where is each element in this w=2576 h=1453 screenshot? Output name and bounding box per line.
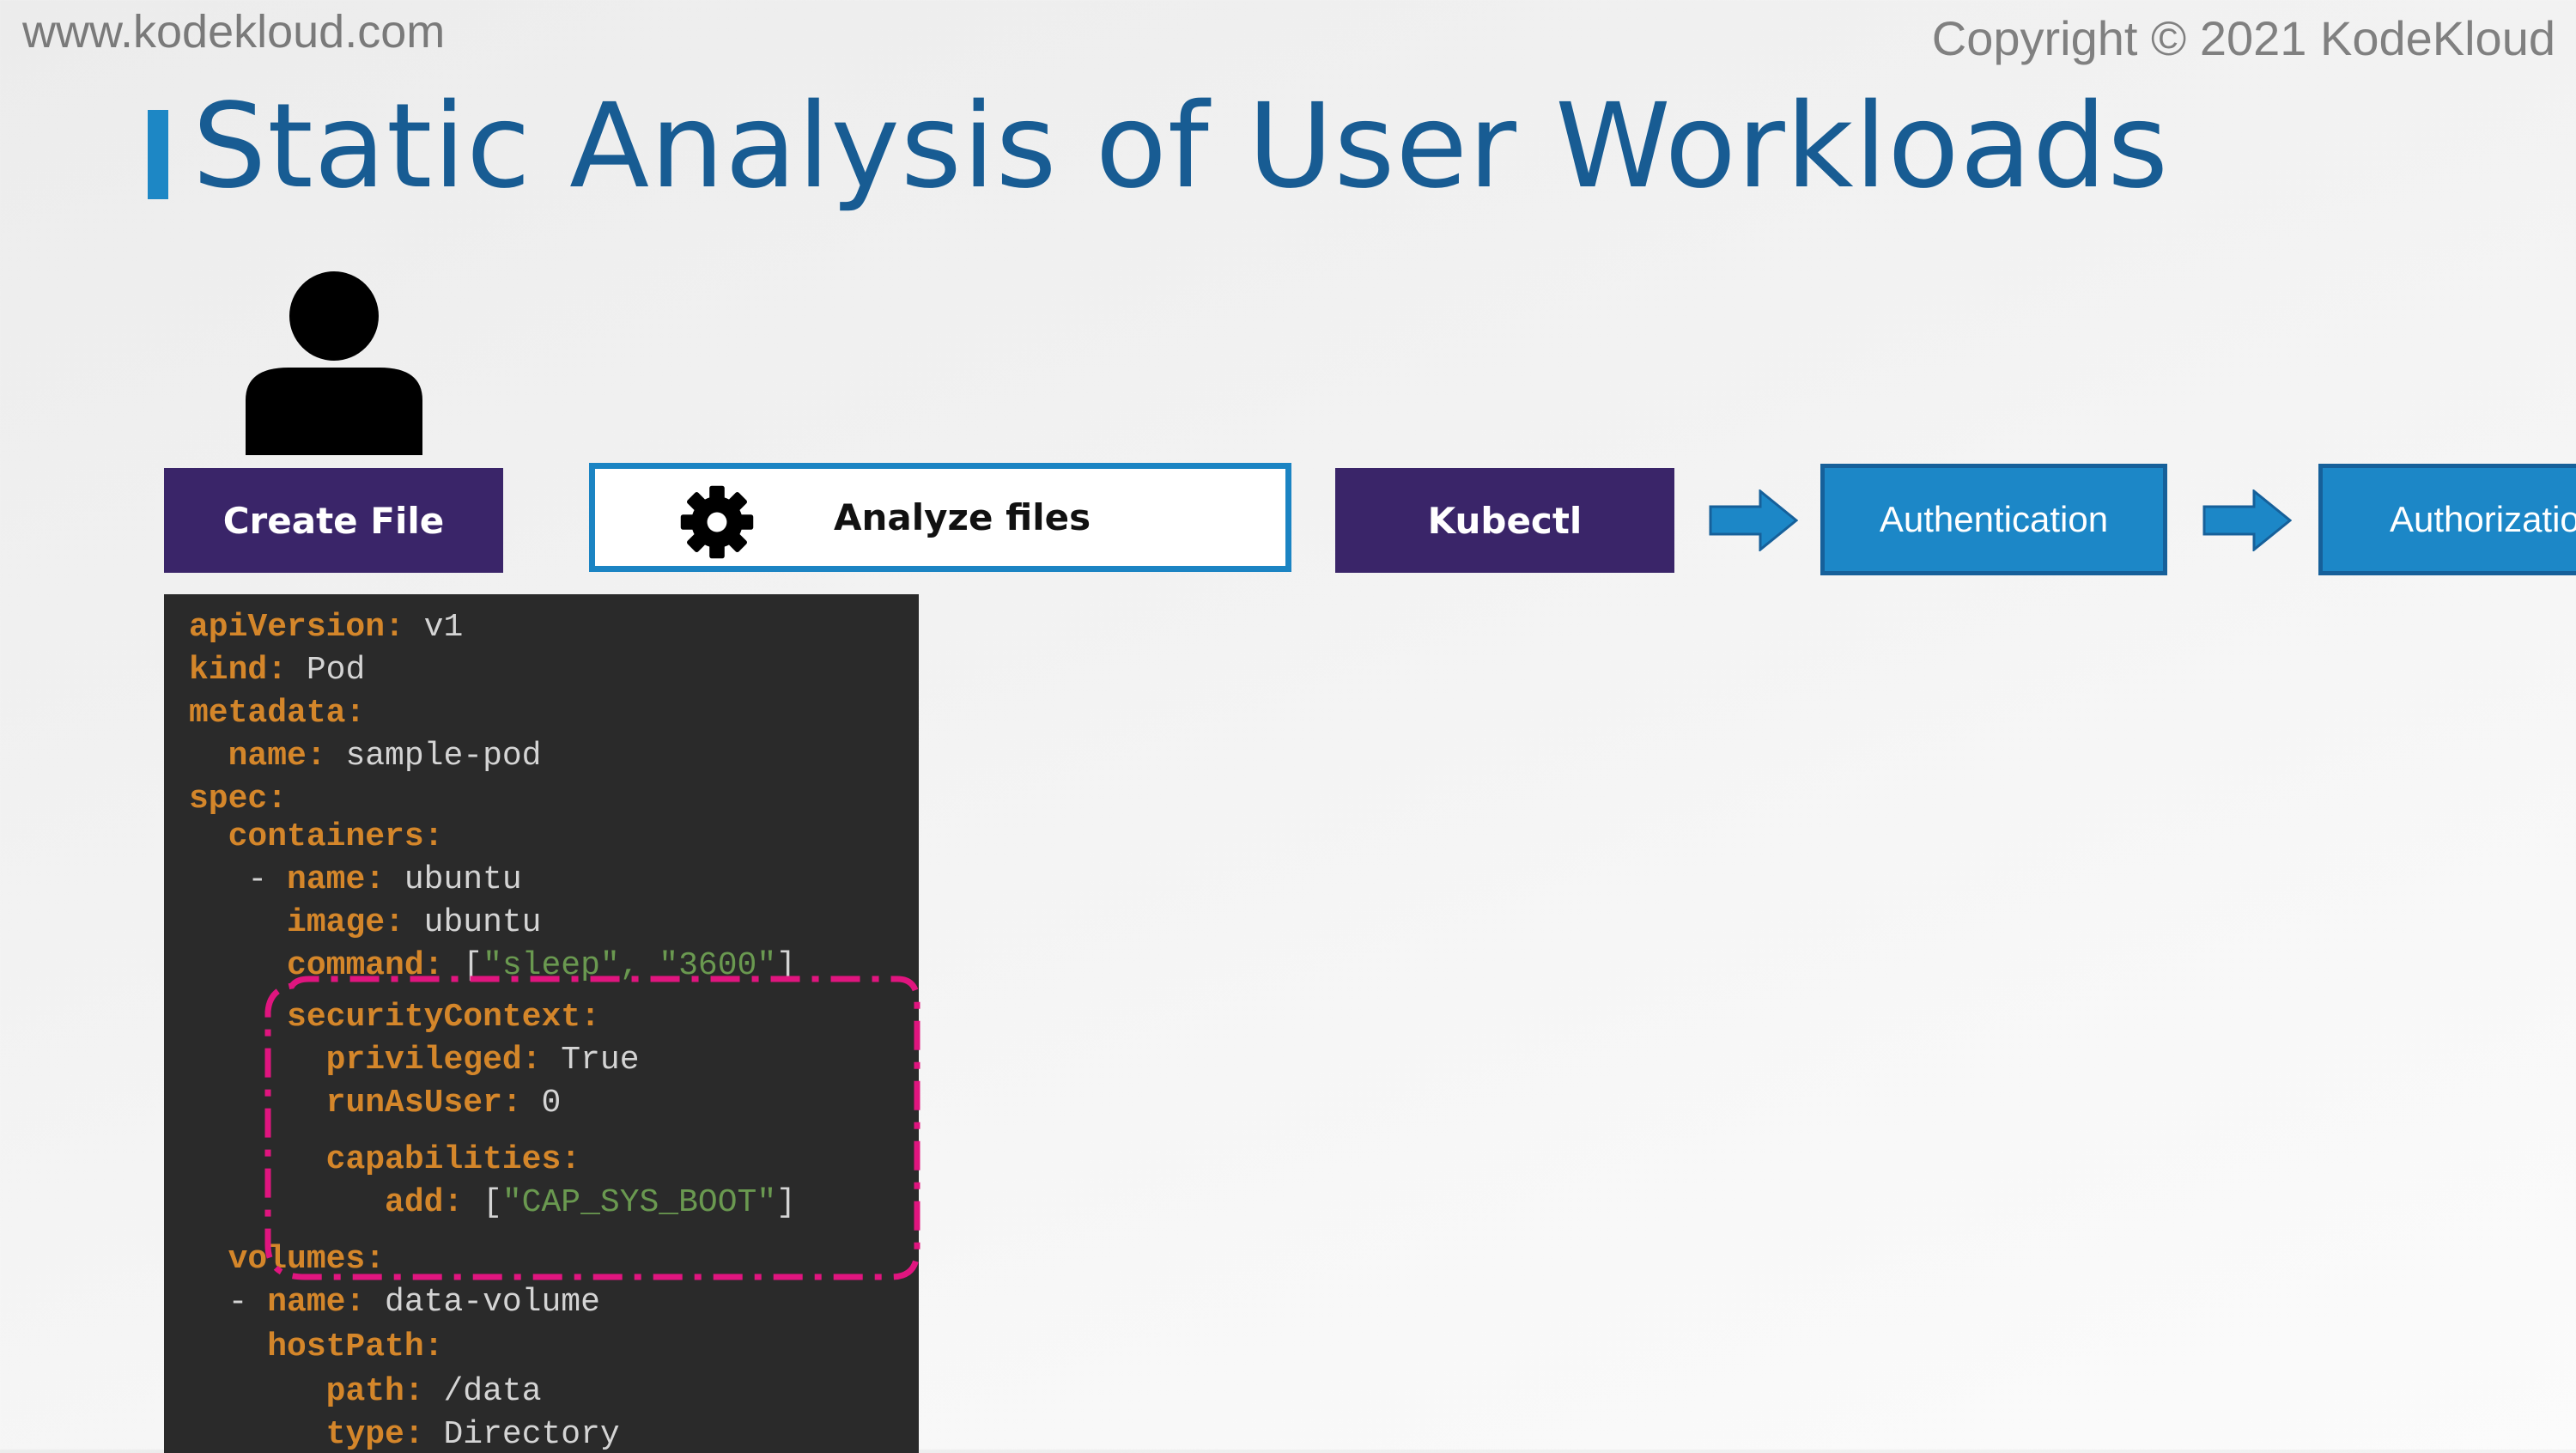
gear-icon <box>680 485 754 559</box>
code-line: containers: <box>189 818 444 855</box>
code-value: Directory <box>423 1416 620 1453</box>
code-value: Pod <box>287 652 366 689</box>
code-line: type: Directory <box>189 1419 620 1451</box>
code-value: ] <box>776 947 796 984</box>
user-person-icon <box>246 271 422 455</box>
code-value: sample-pod <box>325 738 542 775</box>
code-line: apiVersion: v1 <box>189 611 463 644</box>
slide-title: Static Analysis of User Workloads <box>192 79 2170 215</box>
code-line: spec: <box>189 783 287 816</box>
code-line: command: ["sleep", "3600"] <box>189 950 796 982</box>
kubectl-label: Kubectl <box>1427 499 1583 542</box>
code-value: v1 <box>404 609 464 646</box>
code-value: [ <box>443 947 483 984</box>
code-line: path: /data <box>189 1376 542 1408</box>
code-value: /data <box>423 1373 542 1410</box>
code-key: type: <box>325 1416 424 1453</box>
code-line: kind: Pod <box>189 654 365 687</box>
copyright-notice: Copyright © 2021 KodeKloud <box>1931 11 2555 65</box>
authorization-step: Authorizatio <box>2318 464 2576 575</box>
code-line: image: ubuntu <box>189 904 542 941</box>
code-line: runAsUser: 0 <box>189 1085 562 1122</box>
code-value: ubuntu <box>404 904 542 941</box>
code-key: kind: <box>189 652 288 689</box>
code-key: privileged: <box>325 1042 542 1079</box>
code-key: add: <box>385 1184 464 1221</box>
code-value: True <box>541 1042 640 1079</box>
code-key: metadata: <box>189 695 366 732</box>
code-value: 0 <box>521 1085 562 1122</box>
code-line: capabilities: <box>189 1144 580 1176</box>
code-line: - name: data-volume <box>189 1286 600 1319</box>
code-line: - name: ubuntu <box>189 861 522 898</box>
title-accent-bar <box>148 110 168 199</box>
code-line: add: ["CAP_SYS_BOOT"] <box>189 1187 796 1219</box>
code-key: capabilities: <box>325 1141 581 1178</box>
code-key: volumes: <box>228 1241 386 1278</box>
code-key: apiVersion: <box>189 609 404 646</box>
code-value: ] <box>776 1184 796 1221</box>
code-string: "CAP_SYS_BOOT" <box>501 1184 777 1221</box>
code-key: containers: <box>228 818 444 855</box>
code-indent: - <box>189 1284 268 1321</box>
authorization-label: Authorizatio <box>2390 499 2576 539</box>
kubectl-step: Kubectl <box>1335 468 1674 573</box>
authentication-label: Authentication <box>1879 499 2109 539</box>
code-key: command: <box>287 947 444 984</box>
create-file-label: Create File <box>222 499 445 542</box>
code-key: name: <box>267 1284 366 1321</box>
analyze-files-label: Analyze files <box>834 496 1091 538</box>
code-value: [ <box>463 1184 502 1221</box>
code-line: metadata: <box>189 697 365 730</box>
code-line: hostPath: <box>189 1331 443 1364</box>
code-key: name: <box>287 861 386 898</box>
arrow-right-icon <box>2202 489 2292 551</box>
create-file-step: Create File <box>164 468 503 573</box>
code-line: securityContext: <box>189 1001 600 1034</box>
arrow-right-icon <box>1709 489 1798 551</box>
code-key: spec: <box>189 781 288 818</box>
analyze-files-step: Analyze files <box>589 463 1291 572</box>
code-key: name: <box>228 738 326 775</box>
code-key: runAsUser: <box>325 1085 522 1122</box>
code-line: name: sample-pod <box>189 738 542 775</box>
code-key: path: <box>325 1373 424 1410</box>
code-line: privileged: True <box>189 1044 640 1077</box>
code-key: hostPath: <box>267 1328 444 1365</box>
site-url: www.kodekloud.com <box>22 6 446 58</box>
code-value: ubuntu <box>385 861 522 898</box>
code-key: securityContext: <box>287 999 600 1036</box>
code-line: volumes: <box>189 1243 385 1276</box>
code-value: data-volume <box>365 1284 600 1321</box>
code-indent: - <box>189 861 288 898</box>
code-key: image: <box>287 904 404 941</box>
code-string: "sleep", "3600" <box>483 947 777 984</box>
authentication-step: Authentication <box>1820 464 2167 575</box>
